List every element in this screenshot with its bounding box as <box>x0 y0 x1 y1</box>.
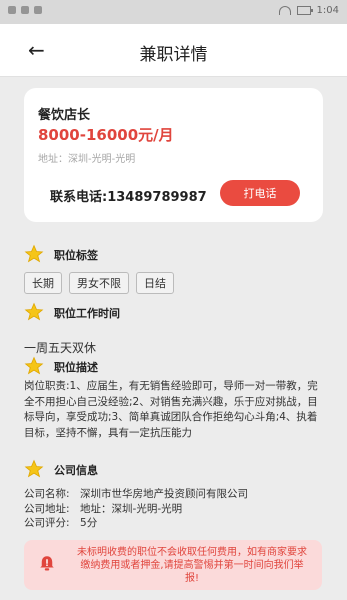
android-icon <box>34 6 42 14</box>
call-button[interactable]: 打电话 <box>220 180 300 206</box>
star-icon <box>24 356 44 375</box>
job-salary: 8000-16000元/月 <box>38 126 174 144</box>
tag-list: 长期 男女不限 日结 <box>24 272 174 294</box>
notice-text: 未标明收费的职位不会收取任何费用，如有商家要求缴纳费用或者押金,请提高警惕并第一… <box>77 547 307 584</box>
notice-banner: 未标明收费的职位不会收取任何费用，如有商家要求缴纳费用或者押金,请提高警惕并第一… <box>24 540 322 590</box>
status-bar: 1:04 <box>0 0 347 24</box>
page-title: 兼职详情 <box>139 45 208 65</box>
notification-icon <box>8 6 16 14</box>
section-worktime: 职位工作时间 <box>24 302 324 324</box>
job-card: 餐饮店长 8000-16000元/月 地址：深圳-光明-光明 联系电话:1348… <box>24 88 323 222</box>
job-name: 餐饮店长 <box>38 108 91 123</box>
alarm-icon <box>40 556 54 571</box>
section-company: 公司信息 <box>24 459 324 481</box>
work-time-value: 一周五天双休 <box>24 341 97 355</box>
section-tags: 职位标签 <box>24 244 324 266</box>
section-title: 职位标签 <box>54 249 98 262</box>
nav-bar: ← 兼职详情 <box>0 24 347 77</box>
star-icon <box>24 302 44 321</box>
tag: 长期 <box>24 272 62 294</box>
section-description: 职位描述 <box>24 356 324 378</box>
section-title: 职位工作时间 <box>54 307 120 320</box>
star-icon <box>24 459 44 478</box>
tag: 日结 <box>136 272 174 294</box>
company-info: 公司名称: 深圳市世华房地产投资顾问有限公司 公司地址: 地址：深圳-光明-光明… <box>24 487 322 531</box>
job-address: 地址：深圳-光明-光明 <box>38 154 136 165</box>
section-title: 职位描述 <box>54 361 98 374</box>
star-icon <box>24 244 44 263</box>
section-title: 公司信息 <box>54 464 98 477</box>
contact-phone: 联系电话:13489789987 <box>50 190 207 205</box>
company-address: 公司地址: 地址：深圳-光明-光明 <box>24 502 183 515</box>
status-time: 1:04 <box>316 5 339 16</box>
company-name: 公司名称: 深圳市世华房地产投资顾问有限公司 <box>24 488 249 500</box>
job-description: 岗位职责:1、应届生，有无销售经验即可，导师一对一带教，完全不用担心自己没经验;… <box>24 380 318 439</box>
tag: 男女不限 <box>69 272 129 294</box>
company-rating: 公司评分: 5分 <box>24 517 98 529</box>
battery-icon <box>296 6 313 15</box>
wifi-icon <box>278 6 291 15</box>
app-icon <box>21 6 29 14</box>
